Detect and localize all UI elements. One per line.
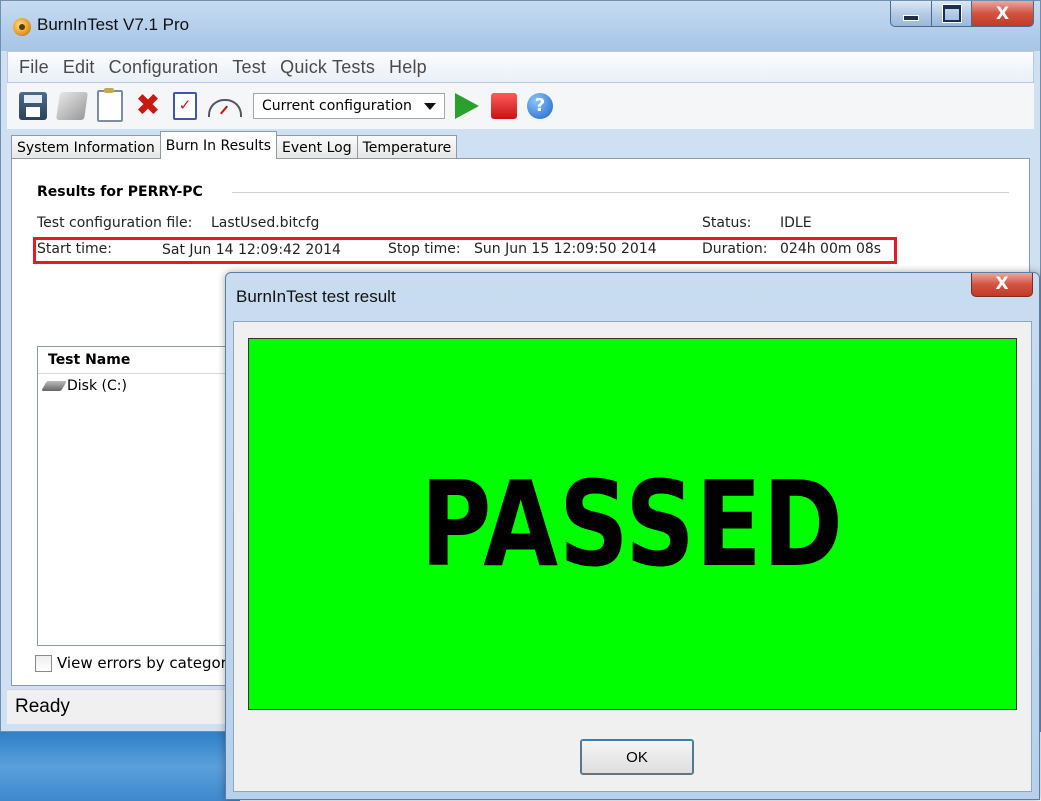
- stop-time-label: Stop time:: [388, 241, 461, 257]
- drive-icon: [41, 381, 67, 391]
- window-title: BurnInTest V7.1 Pro: [37, 15, 190, 34]
- result-text: PASSED: [420, 455, 845, 593]
- checklist-icon[interactable]: ✓: [173, 92, 197, 120]
- view-errors-label: View errors by categor: [57, 654, 227, 672]
- menu-configuration[interactable]: Configuration: [102, 57, 226, 78]
- view-errors-option[interactable]: View errors by categor: [35, 654, 227, 672]
- tab-temperature[interactable]: Temperature: [356, 135, 458, 159]
- maximize-button[interactable]: [932, 1, 972, 27]
- close-button[interactable]: X: [972, 1, 1034, 27]
- status-label: Status:: [702, 215, 752, 231]
- list-item-label: Disk (C:): [67, 378, 127, 394]
- menu-file[interactable]: File: [12, 57, 56, 78]
- gauge-icon[interactable]: [208, 99, 242, 117]
- clipboard-icon[interactable]: [97, 88, 123, 122]
- dialog-title: BurnInTest test result: [236, 287, 396, 306]
- config-file-value: LastUsed.bitcfg: [211, 215, 320, 231]
- caption-buttons: X: [890, 1, 1034, 27]
- title-bar: BurnInTest V7.1 Pro X: [1, 1, 1040, 51]
- config-file-label: Test configuration file:: [37, 215, 193, 231]
- save-icon[interactable]: [19, 92, 47, 120]
- dialog-close-button[interactable]: X: [971, 273, 1033, 297]
- stop-time-value: Sun Jun 15 12:09:50 2014: [474, 241, 657, 257]
- desktop-background: [0, 732, 240, 801]
- tab-strip: System Information Burn In Results Event…: [11, 131, 458, 159]
- tab-event-log[interactable]: Event Log: [276, 135, 358, 159]
- close-icon: X: [995, 274, 1009, 294]
- start-time-label: Start time:: [37, 241, 112, 257]
- result-panel: PASSED: [248, 338, 1017, 710]
- toolbar: ✖ ✓ Current configuration ?: [7, 83, 1034, 129]
- tab-system-information[interactable]: System Information: [11, 135, 161, 159]
- menu-quick-tests[interactable]: Quick Tests: [273, 57, 382, 78]
- app-icon: [13, 18, 31, 36]
- minimize-button[interactable]: [890, 1, 932, 27]
- start-time-value: Sat Jun 14 12:09:42 2014: [162, 242, 341, 258]
- configuration-select-value: Current configuration: [262, 98, 412, 114]
- status-value: IDLE: [780, 215, 812, 231]
- minimize-icon: [903, 14, 919, 21]
- play-icon[interactable]: [455, 93, 479, 119]
- test-result-dialog: BurnInTest test result X PASSED OK: [225, 272, 1040, 800]
- tab-burn-in-results[interactable]: Burn In Results: [159, 131, 278, 159]
- duration-label: Duration:: [702, 241, 768, 257]
- stop-icon[interactable]: [491, 93, 517, 119]
- view-errors-checkbox[interactable]: [35, 654, 52, 672]
- ok-button[interactable]: OK: [580, 739, 694, 775]
- menu-help[interactable]: Help: [382, 57, 434, 78]
- disk-icon[interactable]: [56, 92, 88, 120]
- duration-value: 024h 00m 08s: [780, 241, 882, 257]
- menu-bar: File Edit Configuration Test Quick Tests…: [7, 51, 1034, 83]
- group-divider: [232, 192, 1009, 193]
- help-icon[interactable]: ?: [527, 93, 553, 119]
- dialog-body: PASSED OK: [233, 321, 1032, 792]
- configuration-select[interactable]: Current configuration: [253, 93, 445, 119]
- menu-test[interactable]: Test: [225, 57, 273, 78]
- results-group-title: Results for PERRY-PC: [37, 184, 203, 200]
- chevron-down-icon: [424, 102, 436, 110]
- maximize-icon: [942, 5, 961, 22]
- delete-icon[interactable]: ✖: [134, 91, 162, 121]
- close-icon: X: [995, 3, 1010, 24]
- menu-edit[interactable]: Edit: [56, 57, 102, 78]
